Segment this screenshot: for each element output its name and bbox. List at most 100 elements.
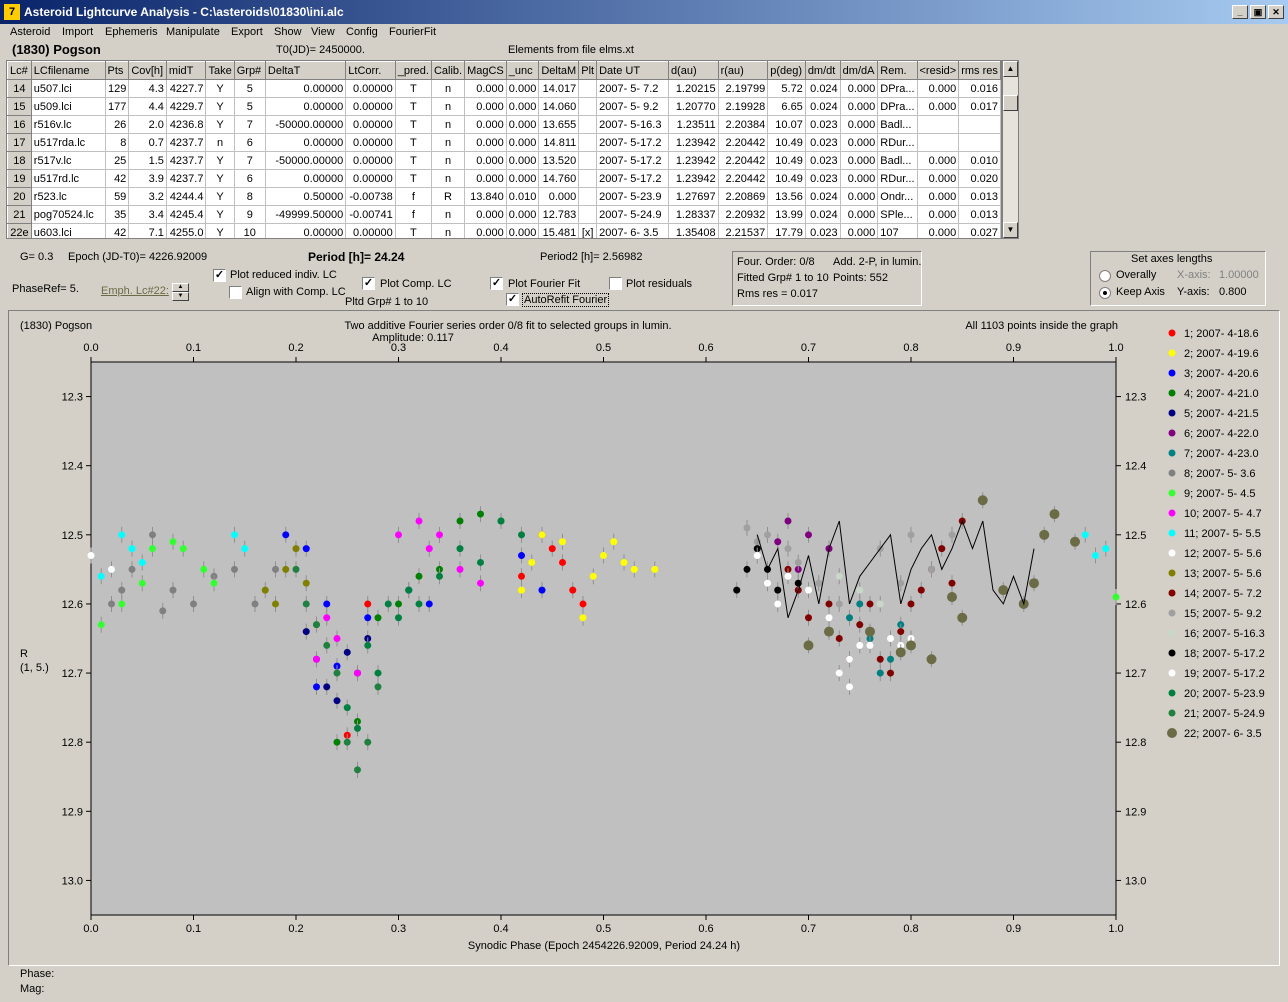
table-cell[interactable]: pog70524.lc	[31, 205, 106, 224]
table-cell[interactable]: 0.7	[128, 133, 167, 152]
table-cell[interactable]: 0.00000	[265, 133, 347, 152]
keep-axis-radio[interactable]	[1099, 287, 1111, 299]
table-cell[interactable]: 0.000	[464, 223, 507, 238]
table-cell[interactable]: 2.19928	[718, 97, 769, 116]
row-index[interactable]: 19	[7, 169, 32, 188]
table-cell[interactable]: 1.35408	[668, 223, 719, 238]
emph-lc-label[interactable]: Emph. Lc#22:	[101, 285, 169, 297]
table-cell[interactable]: 5.72	[767, 79, 806, 98]
table-cell[interactable]: f	[395, 205, 432, 224]
lightcurve-table[interactable]: Lc# LCfilename Pts Cov[h] midT Take Grp# DeltaT…	[6, 60, 1002, 239]
table-cell[interactable]: T	[395, 133, 432, 152]
table-cell[interactable]	[578, 97, 598, 116]
table-cell[interactable]: 0.000	[840, 97, 879, 116]
table-cell[interactable]: 10.49	[767, 133, 806, 152]
table-cell[interactable]: Badl...	[877, 115, 918, 134]
column-header[interactable]: DeltaM	[538, 61, 580, 80]
table-cell[interactable]: 0.000	[506, 79, 540, 98]
column-header[interactable]: Grp#	[233, 61, 266, 80]
row-index[interactable]: 17	[7, 133, 32, 152]
table-cell[interactable]: 4237.7	[166, 133, 207, 152]
table-cell[interactable]: 0.000	[917, 97, 960, 116]
table-cell[interactable]: 8	[234, 187, 266, 206]
table-cell[interactable]: 0.024	[805, 97, 841, 116]
table-cell[interactable]: 177	[105, 97, 130, 116]
menu-import[interactable]: Import	[62, 26, 93, 38]
table-cell[interactable]: 0.000	[506, 97, 540, 116]
column-header[interactable]: LCfilename	[30, 61, 106, 80]
table-cell[interactable]: 4.4	[128, 97, 167, 116]
column-header[interactable]: Date UT	[596, 61, 669, 80]
table-cell[interactable]: -49999.50000	[265, 205, 347, 224]
table-cell[interactable]: 35	[105, 205, 130, 224]
scroll-thumb[interactable]	[1003, 95, 1018, 111]
table-cell[interactable]: SPle...	[877, 205, 918, 224]
table-cell[interactable]: 0.000	[840, 187, 879, 206]
period2-label[interactable]: Period2 [h]= 2.56982	[540, 251, 642, 263]
table-cell[interactable]: 6	[234, 169, 266, 188]
table-cell[interactable]: 4244.4	[166, 187, 207, 206]
table-cell[interactable]: 10.07	[767, 115, 806, 134]
table-cell[interactable]: 10.49	[767, 169, 806, 188]
table-cell[interactable]: 2.0	[128, 115, 167, 134]
table-cell[interactable]: 14.811	[538, 133, 580, 152]
column-header[interactable]: Pts	[104, 61, 130, 80]
table-cell[interactable]: 0.000	[840, 133, 879, 152]
table-cell[interactable]: 1.23942	[668, 169, 719, 188]
table-cell[interactable]: 1.27697	[668, 187, 719, 206]
table-cell[interactable]: 0.000	[917, 187, 960, 206]
table-cell[interactable]: 0.00000	[265, 169, 347, 188]
row-index[interactable]: 22e	[7, 223, 32, 238]
table-cell[interactable]: 0.013	[958, 187, 1001, 206]
table-cell[interactable]: n	[431, 223, 466, 238]
table-cell[interactable]: n	[431, 115, 466, 134]
table-cell[interactable]: 2007- 5-16.3	[596, 115, 669, 134]
table-row[interactable]: 22e u603.lci 42 7.1 4255.0 Y 10 0.00000 0.00000 T…	[7, 223, 1001, 238]
table-cell[interactable]: 0.000	[538, 187, 580, 206]
table-cell[interactable]: 2007- 5- 9.2	[596, 97, 669, 116]
column-header[interactable]: dm/dA	[839, 61, 879, 80]
column-header[interactable]: midT	[165, 61, 207, 80]
table-cell[interactable]: Y	[205, 223, 235, 238]
restore-button[interactable]: ▣	[1250, 5, 1266, 19]
plot-fourier-checkbox[interactable]: ✓	[490, 277, 503, 290]
table-cell[interactable]: 2.20442	[718, 133, 769, 152]
column-header[interactable]: DeltaT	[264, 61, 347, 80]
column-header[interactable]: LtCorr.	[345, 61, 396, 80]
table-cell[interactable]: 7.1	[128, 223, 167, 238]
table-cell[interactable]: n	[431, 97, 466, 116]
table-cell[interactable]: n	[431, 79, 466, 98]
table-cell[interactable]: 1.23942	[668, 151, 719, 170]
table-cell[interactable]: 17.79	[767, 223, 806, 238]
table-cell[interactable]: 10.49	[767, 151, 806, 170]
minimize-button[interactable]: _	[1232, 5, 1248, 19]
table-cell[interactable]: T	[395, 223, 432, 238]
table-cell[interactable]: 0.000	[917, 79, 960, 98]
table-cell[interactable]: 0.024	[805, 187, 841, 206]
column-header[interactable]: Take	[205, 61, 235, 80]
table-cell[interactable]: 0.000	[840, 151, 879, 170]
table-cell[interactable]: 2007- 5-17.2	[596, 151, 669, 170]
table-cell[interactable]: 0.023	[805, 169, 841, 188]
table-cell[interactable]: 4237.7	[166, 169, 207, 188]
table-cell[interactable]: Badl...	[877, 151, 918, 170]
table-cell[interactable]: 0.00000	[265, 79, 347, 98]
plot-reduced-checkbox[interactable]: ✓	[213, 269, 226, 282]
table-cell[interactable]: 5	[234, 97, 266, 116]
table-cell[interactable]: 26	[105, 115, 130, 134]
table-cell[interactable]: 0.010	[958, 151, 1001, 170]
table-cell[interactable]: 0.000	[917, 223, 960, 238]
table-cell[interactable]: u603.lci	[31, 223, 106, 238]
table-cell[interactable]: 0.000	[917, 205, 960, 224]
table-cell[interactable]: 0.023	[805, 223, 841, 238]
table-cell[interactable]: 13.520	[538, 151, 580, 170]
table-cell[interactable]: -0.00738	[345, 187, 396, 206]
menu-manipulate[interactable]: Manipulate	[166, 26, 220, 38]
table-cell[interactable]: 2007- 5-24.9	[596, 205, 669, 224]
table-cell[interactable]: 0.000	[840, 115, 879, 134]
table-cell[interactable]: 0.00000	[345, 97, 396, 116]
menu-view[interactable]: View	[311, 26, 335, 38]
spin-up-icon[interactable]: ▲	[172, 283, 189, 292]
column-header[interactable]: Plt	[578, 61, 598, 80]
table-cell[interactable]: 0.016	[958, 79, 1001, 98]
